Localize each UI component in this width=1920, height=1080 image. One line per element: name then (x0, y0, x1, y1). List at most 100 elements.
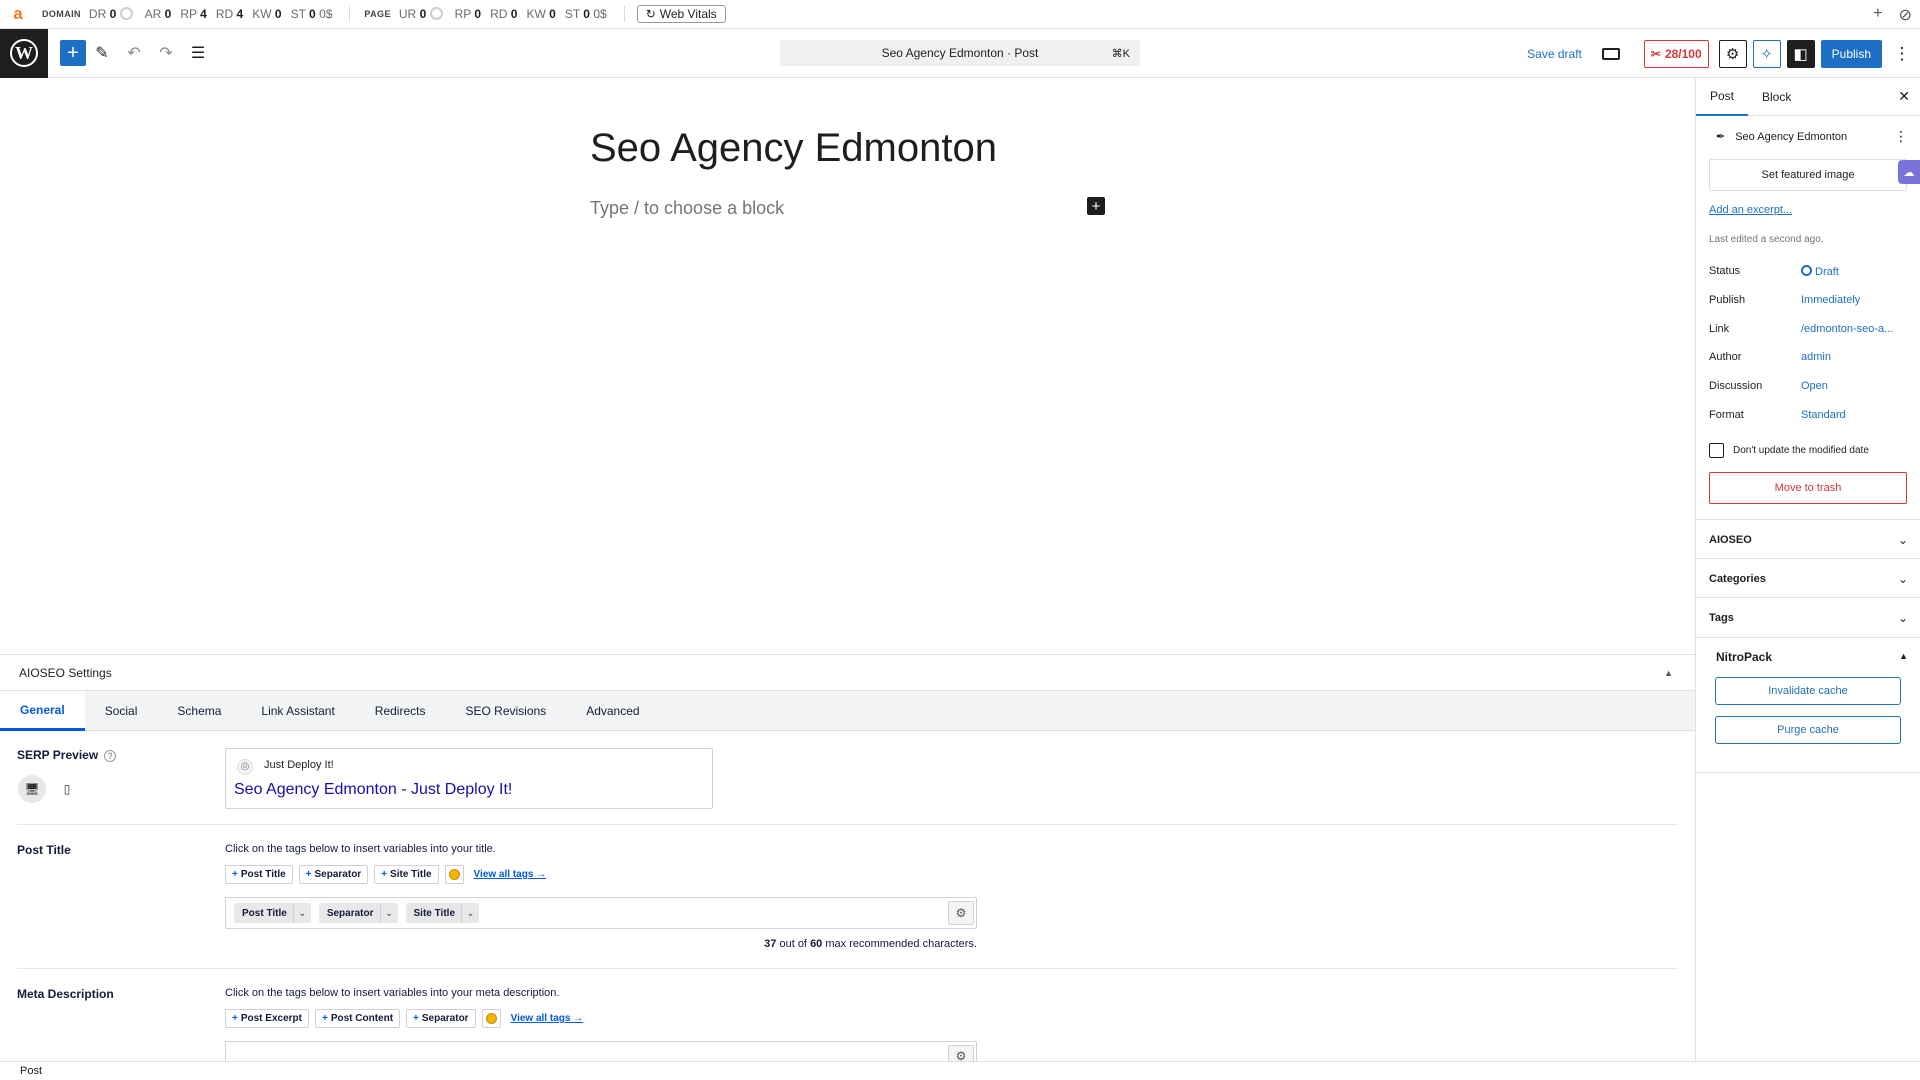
insert-post-content-tag[interactable]: + Post Content (314, 1009, 401, 1028)
metric-st[interactable]: ST 0 0$ (291, 7, 333, 21)
post-title-editor[interactable]: Post Title ⌄ Separator ⌄ Site Title ⌄ ⚙ (225, 897, 977, 929)
settings-gear-icon[interactable]: ⚙ (1718, 39, 1747, 68)
sidebar-post-title: ✒ Seo Agency Edmonton (1716, 130, 1848, 144)
post-title-field[interactable]: Seo Agency Edmonton (590, 126, 997, 171)
dont-update-checkbox[interactable] (1709, 443, 1724, 458)
more-options-icon[interactable]: ⋮ (1894, 128, 1908, 145)
document-overview-icon[interactable]: ☰ (182, 43, 214, 63)
gear-icon[interactable]: ⚙ (948, 901, 974, 925)
panel-categories[interactable]: Categories ⌄ (1696, 558, 1920, 598)
metric-ur[interactable]: UR 0 (399, 7, 446, 21)
insert-post-excerpt-tag[interactable]: + Post Excerpt (225, 1009, 309, 1028)
web-vitals-button[interactable]: ↻ Web Vitals (636, 5, 726, 23)
metric-dr[interactable]: DR 0 (89, 7, 136, 21)
link-value[interactable]: /edmonton-seo-a... (1801, 323, 1893, 335)
metric-ar[interactable]: AR 0 (145, 7, 172, 21)
tab-seo-revisions[interactable]: SEO Revisions (445, 691, 566, 731)
post-title-hint: Click on the tags below to insert variab… (225, 843, 496, 855)
publish-button[interactable]: Publish (1820, 39, 1882, 68)
ahrefs-actions: + ⊘ (1873, 5, 1912, 25)
chip-post-title[interactable]: Post Title ⌄ (234, 903, 311, 923)
view-all-tags-link[interactable]: View all tags → (511, 1013, 584, 1024)
panel-tags[interactable]: Tags ⌄ (1696, 597, 1920, 637)
insert-separator-tag[interactable]: + Separator (406, 1009, 476, 1028)
set-featured-image-button[interactable]: Set featured image (1709, 159, 1907, 191)
serp-title: Seo Agency Edmonton - Just Deploy It! (234, 781, 513, 798)
chevron-down-icon[interactable]: ⌄ (292, 903, 311, 923)
plus-icon[interactable]: + (1873, 5, 1882, 25)
command-palette-bar[interactable]: Seo Agency Edmonton · Post ⌘K (780, 40, 1140, 66)
mobile-icon[interactable]: ▯ (53, 775, 81, 803)
help-icon[interactable]: ? (104, 750, 117, 762)
format-value[interactable]: Standard (1801, 409, 1846, 421)
aioseo-score-button[interactable]: ✂ 28/100 (1643, 39, 1709, 68)
block-inserter-button[interactable]: + (60, 40, 86, 66)
desktop-icon[interactable]: 🖥 (18, 775, 46, 803)
chip-separator[interactable]: Separator ⌄ (318, 903, 398, 923)
nitropack-panel: NitroPack ▲ Invalidate cache Purge cache (1696, 637, 1920, 773)
undo-icon[interactable]: ↶ (118, 43, 150, 63)
chevron-down-icon: ⌄ (1897, 571, 1908, 586)
tab-post[interactable]: Post (1696, 78, 1749, 116)
block-placeholder[interactable]: Type / to choose a block (590, 198, 784, 219)
sidebar-toggle-icon[interactable]: ◧ (1786, 39, 1815, 68)
status-row: Status Draft (1709, 265, 1839, 278)
more-options-icon[interactable]: ⋮ (1892, 44, 1912, 64)
header-actions: Save draft ✂ 28/100 ⚙ ✧ ◧ Publish ⋮ (1527, 29, 1912, 78)
metric-rd[interactable]: RD 4 (216, 7, 243, 21)
status-value[interactable]: Draft (1801, 265, 1839, 278)
metric-page-rd[interactable]: RD 0 (490, 7, 517, 21)
tab-advanced[interactable]: Advanced (566, 691, 659, 731)
view-all-tags-link[interactable]: View all tags → (474, 869, 547, 880)
chevron-down-icon[interactable]: ⌄ (461, 903, 479, 923)
purge-cache-button[interactable]: Purge cache (1715, 716, 1901, 744)
chip-site-title[interactable]: Site Title ⌄ (405, 903, 480, 923)
breadcrumb[interactable]: Post (20, 1065, 42, 1077)
disable-icon[interactable]: ⊘ (1899, 5, 1912, 25)
move-to-trash-button[interactable]: Move to trash (1709, 472, 1907, 504)
tab-general[interactable]: General (0, 691, 85, 731)
post-title-row: Post Title Click on the tags below to in… (17, 825, 1678, 969)
redo-icon[interactable]: ↷ (150, 43, 182, 63)
metric-page-st[interactable]: ST 0 0$ (565, 7, 607, 21)
pencil-icon[interactable]: ✎ (86, 43, 118, 63)
collapse-caret-icon[interactable]: ▲ (1664, 668, 1673, 678)
author-value[interactable]: admin (1801, 351, 1831, 363)
publish-value[interactable]: Immediately (1801, 294, 1860, 306)
last-edited-text: Last edited a second ago. (1709, 234, 1824, 245)
tab-redirects[interactable]: Redirects (355, 691, 446, 731)
insert-site-title-tag[interactable]: + Site Title (374, 865, 439, 884)
discussion-value[interactable]: Open (1801, 380, 1828, 392)
preview-icon[interactable] (1601, 47, 1620, 60)
extension-brain-icon[interactable]: ☁ (1898, 160, 1920, 184)
metric-rp[interactable]: RP 4 (180, 7, 206, 21)
tab-social[interactable]: Social (85, 691, 158, 731)
wordpress-logo[interactable]: W (0, 28, 48, 78)
save-draft-button[interactable]: Save draft (1527, 47, 1582, 61)
close-icon[interactable]: ✕ (1898, 88, 1910, 105)
aioseo-settings-header[interactable]: AIOSEO Settings ▲ (0, 655, 1695, 691)
insert-post-title-tag[interactable]: + Post Title (225, 865, 293, 884)
emoji-picker-button[interactable] (481, 1009, 501, 1028)
emoji-picker-button[interactable] (444, 865, 464, 884)
tab-block[interactable]: Block (1748, 78, 1805, 116)
invalidate-cache-button[interactable]: Invalidate cache (1715, 677, 1901, 705)
tab-schema[interactable]: Schema (157, 691, 241, 731)
ahrefs-logo[interactable]: a (0, 4, 36, 24)
ur-circle-icon (429, 7, 443, 20)
gear-icon[interactable]: ⚙ (948, 1045, 974, 1061)
insert-separator-tag[interactable]: + Separator (298, 865, 369, 884)
tab-link-assistant[interactable]: Link Assistant (241, 691, 354, 731)
aioseo-logo-icon: ✂ (1650, 46, 1661, 61)
panel-aioseo[interactable]: AIOSEO ⌄ (1696, 519, 1920, 559)
metric-page-rp[interactable]: RP 0 (455, 7, 481, 21)
add-excerpt-link[interactable]: Add an excerpt... (1709, 204, 1792, 216)
meta-description-editor[interactable]: ⚙ (225, 1041, 977, 1061)
settings-sidebar: Post Block ✕ ✒ Seo Agency Edmonton ⋮ Set … (1695, 78, 1920, 1061)
inline-block-inserter-button[interactable]: + (1087, 197, 1105, 215)
metric-kw[interactable]: KW 0 (252, 7, 281, 21)
chevron-down-icon[interactable]: ⌄ (379, 903, 398, 923)
collapse-caret-icon[interactable]: ▲ (1899, 651, 1908, 661)
ai-wand-icon[interactable]: ✧ (1752, 39, 1781, 68)
metric-page-kw[interactable]: KW 0 (526, 7, 555, 21)
